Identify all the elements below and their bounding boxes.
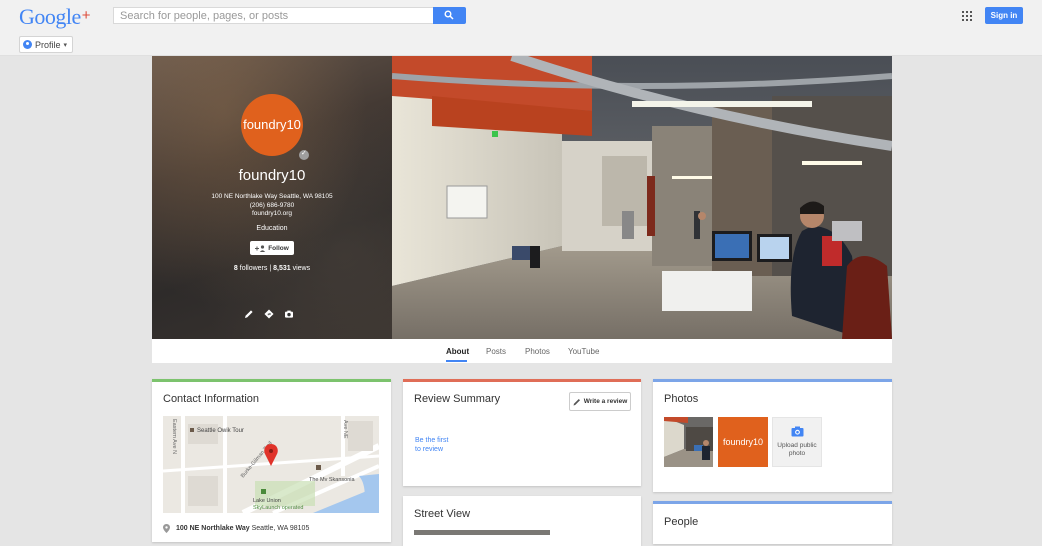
address-rest: Seattle, WA 98105 bbox=[251, 525, 310, 532]
avatar[interactable]: foundry10 bbox=[241, 94, 303, 156]
cover-photo bbox=[392, 56, 892, 339]
tab-about[interactable]: About bbox=[446, 347, 469, 356]
map-label-ave: Ave NE bbox=[342, 420, 348, 439]
write-review-button[interactable]: Write a review bbox=[569, 392, 631, 411]
write-review-label: Write a review bbox=[583, 398, 628, 405]
profile-dropdown[interactable]: Profile ▾ bbox=[19, 36, 74, 53]
active-tab-indicator bbox=[446, 360, 467, 362]
verified-icon bbox=[299, 149, 309, 160]
camera-icon bbox=[791, 426, 804, 437]
map-label-eastern: Eastern Ave N bbox=[171, 419, 177, 454]
google-plus-logo[interactable]: Google+ bbox=[19, 4, 91, 30]
first-review-line1: Be the first bbox=[415, 437, 449, 444]
first-review-line2: to review bbox=[415, 446, 444, 453]
profile-contact: 100 NE Northlake Way Seattle, WA 98105 (… bbox=[152, 193, 392, 219]
first-review-link[interactable]: Be the first to review bbox=[415, 436, 448, 454]
profile-label: Profile bbox=[35, 39, 61, 50]
search-icon bbox=[444, 10, 454, 20]
pencil-icon bbox=[573, 398, 580, 405]
upload-line2: photo bbox=[788, 450, 806, 457]
follower-stats: 8 followers | 8,531 views bbox=[152, 265, 392, 272]
profile-icon bbox=[23, 40, 32, 49]
followers-label: followers bbox=[239, 265, 268, 272]
profile-address: 100 NE Northlake Way Seattle, WA 98105 bbox=[211, 193, 333, 200]
photos-title: Photos bbox=[664, 393, 699, 405]
people-title: People bbox=[664, 516, 699, 528]
upload-line1: Upload public bbox=[777, 442, 817, 449]
stats-separator: | bbox=[269, 265, 272, 272]
tab-posts[interactable]: Posts bbox=[486, 347, 506, 356]
contact-card: Contact Information Seattle Owik Tour Bu… bbox=[152, 379, 391, 542]
pencil-icon[interactable] bbox=[244, 309, 254, 319]
office-thumbnail-image bbox=[664, 417, 713, 467]
apps-grid-icon[interactable] bbox=[962, 11, 972, 21]
photos-card: Photos foundry10 Upload public photo bbox=[653, 379, 892, 492]
photo-logo-thumbnail[interactable]: foundry10 bbox=[718, 417, 768, 467]
sub-bar: Profile ▾ bbox=[0, 32, 1042, 56]
contact-address: 100 NE Northlake Way Seattle, WA 98105 bbox=[163, 524, 309, 533]
directions-icon[interactable] bbox=[264, 309, 274, 319]
tab-photos[interactable]: Photos bbox=[525, 347, 550, 356]
map-label-tour: Seattle Owik Tour bbox=[197, 428, 244, 434]
logo-plus: + bbox=[81, 7, 91, 24]
profile-category: Education bbox=[256, 225, 288, 232]
search-button[interactable] bbox=[433, 7, 466, 24]
tab-youtube[interactable]: YouTube bbox=[568, 347, 599, 356]
followers-count: 8 bbox=[233, 265, 238, 272]
upload-photo-button[interactable]: Upload public photo bbox=[772, 417, 822, 467]
map-label-park2: SkyLaunch operated bbox=[253, 505, 303, 511]
top-bar: Google+ Search for people, pages, or pos… bbox=[0, 0, 1042, 32]
review-card: Review Summary Write a review Be the fir… bbox=[403, 379, 641, 486]
profile-info-panel: foundry10 foundry10 100 NE Northlake Way… bbox=[152, 56, 392, 339]
address-bold: 100 NE Northlake Way bbox=[176, 525, 250, 532]
profile-actions bbox=[244, 309, 294, 319]
follow-label: Follow bbox=[268, 244, 289, 252]
location-pin-icon bbox=[163, 524, 170, 533]
street-view-title: Street View bbox=[414, 508, 471, 520]
camera-icon[interactable] bbox=[284, 309, 294, 319]
views-count: 8,531 bbox=[273, 265, 291, 272]
profile-name: foundry10 bbox=[238, 167, 306, 184]
chevron-down-icon: ▾ bbox=[63, 41, 68, 49]
contact-title: Contact Information bbox=[163, 393, 259, 405]
office-interior-image bbox=[392, 56, 892, 339]
profile-phone: (206) 686-9780 bbox=[249, 201, 295, 209]
logo-text: Google bbox=[19, 4, 81, 29]
map-label-ship: The Mv Skansonia bbox=[309, 477, 355, 483]
people-card: People bbox=[653, 501, 892, 544]
sign-in-button[interactable]: Sign in bbox=[985, 7, 1023, 24]
search-input[interactable]: Search for people, pages, or posts bbox=[113, 7, 433, 24]
map-image: Seattle Owik Tour Burke-Gilman Trail Eas… bbox=[163, 416, 379, 513]
profile-tabs: About Posts Photos YouTube bbox=[152, 339, 892, 363]
map-label-park1: Lake Union bbox=[253, 498, 281, 504]
photo-thumbnail[interactable] bbox=[664, 417, 713, 467]
views-label: views bbox=[292, 265, 311, 272]
review-title: Review Summary bbox=[414, 393, 501, 405]
add-person-icon bbox=[255, 244, 266, 252]
street-view-card: Street View bbox=[403, 496, 641, 546]
profile-website[interactable]: foundry10.org bbox=[152, 210, 392, 219]
map[interactable]: Seattle Owik Tour Burke-Gilman Trail Eas… bbox=[163, 416, 379, 513]
upload-photo-label: Upload public photo bbox=[773, 442, 821, 458]
follow-button[interactable]: Follow bbox=[250, 241, 294, 255]
